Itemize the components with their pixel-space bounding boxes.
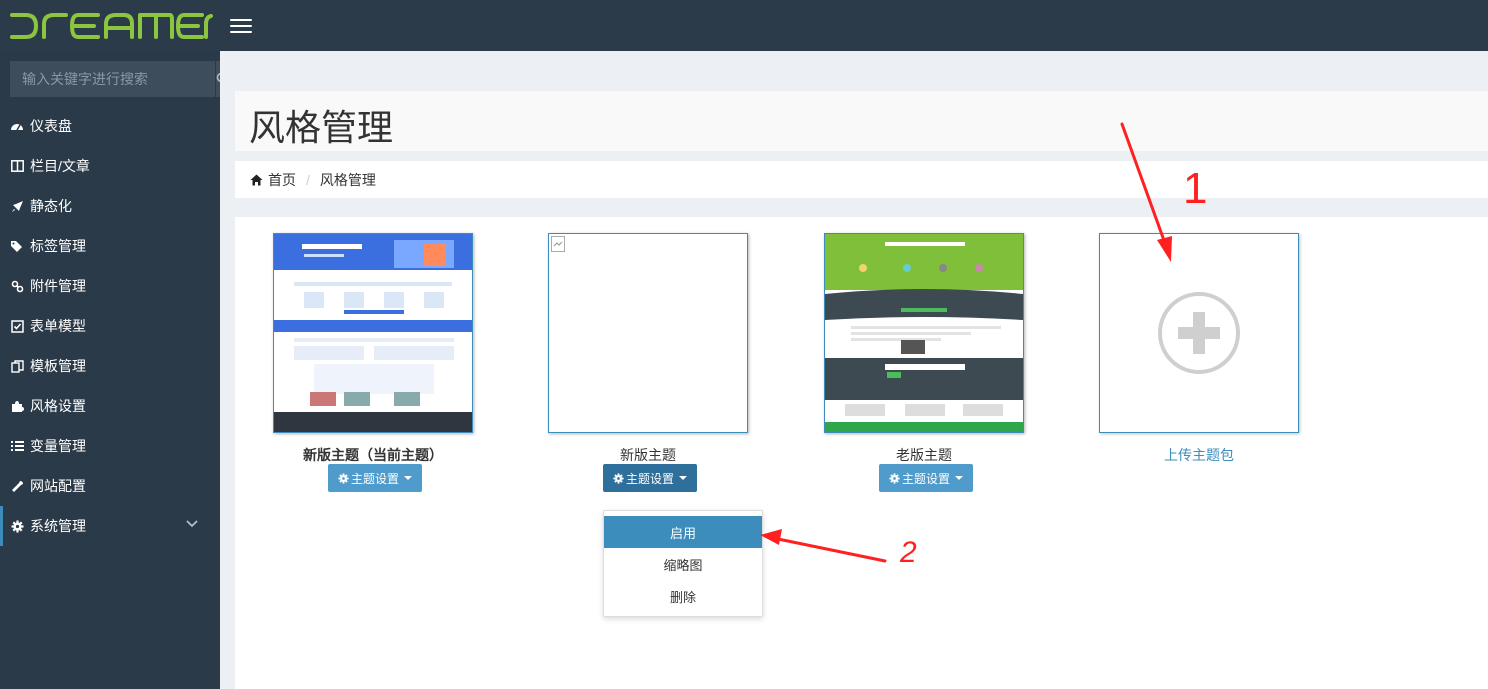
dropdown-item-thumbnail[interactable]: 缩略图 xyxy=(604,548,762,580)
theme-thumbnail[interactable] xyxy=(273,233,473,433)
dropdown-item-enable[interactable]: 启用 xyxy=(604,516,762,548)
button-label: 主题设置 xyxy=(351,471,400,486)
list-icon xyxy=(10,439,24,453)
top-navbar xyxy=(0,0,1488,51)
sidebar-item-templates[interactable]: 模板管理 xyxy=(0,346,220,386)
sidebar-item-variables[interactable]: 变量管理 xyxy=(0,426,220,466)
copy-icon xyxy=(10,359,24,373)
columns-icon xyxy=(10,159,24,173)
sidebar-item-label: 网站配置 xyxy=(30,478,86,494)
theme-settings-button[interactable]: 主题设置 xyxy=(879,464,974,492)
sidebar-item-tags[interactable]: 标签管理 xyxy=(0,226,220,266)
sidebar-item-label: 系统管理 xyxy=(30,518,86,534)
sidebar-item-forms[interactable]: 表单模型 xyxy=(0,306,220,346)
upload-theme-card: 上传主题包 xyxy=(1099,233,1299,465)
main-content: 风格管理 首页 / 风格管理 新版主题（当前主题） 主题设置 新版主题 主题设置… xyxy=(220,51,1488,689)
theme-preview-image xyxy=(274,234,472,432)
theme-name: 老版主题 xyxy=(896,447,952,463)
puzzle-icon xyxy=(10,399,24,413)
caret-down-icon xyxy=(679,476,688,480)
gear-icon xyxy=(10,519,24,533)
breadcrumb-current: 风格管理 xyxy=(319,171,376,188)
caret-down-icon xyxy=(955,476,964,480)
sidebar-item-site-config[interactable]: 网站配置 xyxy=(0,466,220,506)
sidebar-item-style[interactable]: 风格设置 xyxy=(0,386,220,426)
sidebar-item-label: 表单模型 xyxy=(30,318,86,334)
plus-circle-icon xyxy=(1158,292,1240,374)
sidebar-item-label: 仪表盘 xyxy=(30,118,72,134)
theme-name: 新版主题 xyxy=(620,447,676,463)
upload-theme-link[interactable]: 上传主题包 xyxy=(1099,445,1299,465)
sidebar-item-label: 变量管理 xyxy=(30,438,86,454)
breadcrumb: 首页 / 风格管理 xyxy=(235,161,1488,198)
sidebar-menu: 仪表盘 栏目/文章 静态化 标签管理 附件管理 表单模型 模板管理 风格设置 变… xyxy=(0,106,220,546)
caret-down-icon xyxy=(404,476,413,480)
theme-name: 新版主题（当前主题） xyxy=(303,447,443,463)
theme-card: 老版主题 xyxy=(824,233,1024,465)
tags-icon xyxy=(10,239,24,253)
breadcrumb-separator: / xyxy=(306,171,310,188)
sidebar-item-label: 风格设置 xyxy=(30,398,86,414)
sidebar: 仪表盘 栏目/文章 静态化 标签管理 附件管理 表单模型 模板管理 风格设置 xyxy=(0,51,230,689)
paperclip-icon xyxy=(10,279,24,293)
rocket-icon xyxy=(10,199,24,213)
sidebar-item-dashboard[interactable]: 仪表盘 xyxy=(0,106,220,146)
button-label: 主题设置 xyxy=(902,471,951,486)
page-header: 风格管理 xyxy=(235,91,1488,151)
theme-panel: 新版主题（当前主题） 主题设置 新版主题 主题设置 老版主题 主题设置 上传主题… xyxy=(235,217,1488,689)
theme-settings-button[interactable]: 主题设置 xyxy=(328,464,423,492)
home-icon xyxy=(250,174,263,185)
theme-settings-button[interactable]: 主题设置 xyxy=(603,464,698,492)
theme-settings-dropdown: 启用 缩略图 删除 xyxy=(603,510,763,617)
check-square-icon xyxy=(10,319,24,333)
theme-preview-image xyxy=(825,234,1023,432)
upload-theme-button[interactable] xyxy=(1099,233,1299,433)
sidebar-item-columns[interactable]: 栏目/文章 xyxy=(0,146,220,186)
theme-thumbnail[interactable] xyxy=(548,233,748,433)
theme-thumbnail[interactable] xyxy=(824,233,1024,433)
page-title: 风格管理 xyxy=(249,107,394,148)
sidebar-item-system[interactable]: 系统管理 xyxy=(0,506,220,546)
sidebar-item-attachments[interactable]: 附件管理 xyxy=(0,266,220,306)
wrench-icon xyxy=(10,479,24,493)
sidebar-item-static[interactable]: 静态化 xyxy=(0,186,220,226)
sidebar-item-label: 模板管理 xyxy=(30,358,86,374)
gear-icon xyxy=(889,472,900,484)
sidebar-item-label: 标签管理 xyxy=(30,238,86,254)
broken-image-icon xyxy=(551,236,565,252)
dropdown-item-delete[interactable]: 删除 xyxy=(604,580,762,612)
theme-card: 新版主题（当前主题） xyxy=(273,233,473,465)
button-label: 主题设置 xyxy=(626,471,675,486)
sidebar-toggle-button[interactable] xyxy=(230,15,254,37)
dashboard-icon xyxy=(10,119,24,133)
theme-card: 新版主题 xyxy=(548,233,748,465)
gear-icon xyxy=(613,472,624,484)
breadcrumb-home-link[interactable]: 首页 xyxy=(268,170,296,190)
sidebar-search xyxy=(10,61,230,97)
dreamer-logo[interactable] xyxy=(8,8,213,44)
sidebar-item-label: 静态化 xyxy=(30,198,72,214)
sidebar-item-label: 附件管理 xyxy=(30,278,86,294)
gear-icon xyxy=(338,472,349,484)
chevron-down-icon xyxy=(186,520,198,528)
sidebar-item-label: 栏目/文章 xyxy=(30,158,90,174)
search-input[interactable] xyxy=(10,61,215,97)
